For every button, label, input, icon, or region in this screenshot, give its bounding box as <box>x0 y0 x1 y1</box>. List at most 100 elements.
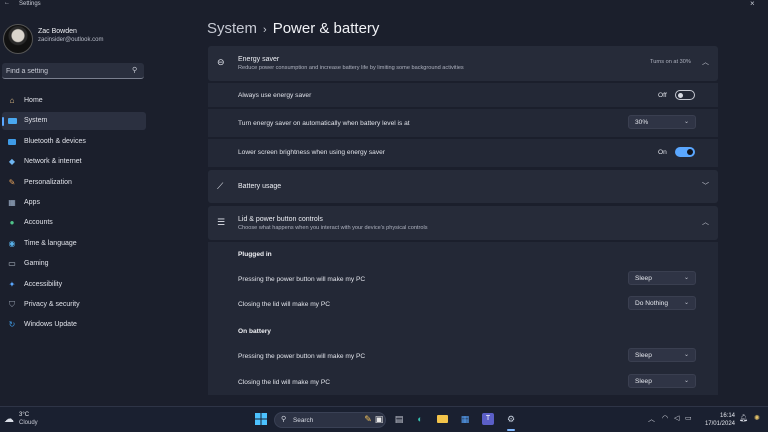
sidebar-item-label: Bluetooth & devices <box>24 137 86 145</box>
breadcrumb-system[interactable]: System <box>207 20 257 37</box>
profile-name: Zac Bowden <box>38 28 77 35</box>
sidebar-item-gaming[interactable]: ▭ Gaming <box>2 255 146 273</box>
always-energy-saver-row: Always use energy saver Off <box>208 83 718 107</box>
chevron-down-icon[interactable]: ﹀ <box>702 181 709 191</box>
battery-usage-title: Battery usage <box>238 183 282 190</box>
sidebar-item-label: Privacy & security <box>24 300 80 308</box>
breadcrumb-chevron-icon: › <box>263 24 267 36</box>
screen-brightness-label: Lower screen brightness when using energ… <box>238 149 385 156</box>
sidebar-nav: ⌂ Home System Bluetooth & devices ◆ Netw… <box>2 92 146 337</box>
accounts-icon: ● <box>9 218 15 228</box>
sidebar-item-time-language[interactable]: ◉ Time & language <box>2 235 146 253</box>
screen-brightness-row: Lower screen brightness when using energ… <box>208 139 718 167</box>
close-icon[interactable]: × <box>750 0 755 8</box>
sidebar-item-personalization[interactable]: ✎ Personalization <box>2 174 146 192</box>
battery-power-value: Sleep <box>635 352 652 359</box>
battery-level-dropdown[interactable]: 30% ⌄ <box>628 115 696 129</box>
sidebar-item-system[interactable]: System <box>2 112 146 131</box>
avatar <box>3 24 33 54</box>
search-icon: ⚲ <box>281 416 287 423</box>
notification-bell-icon[interactable]: 🔔︎ <box>739 414 748 422</box>
find-setting-search[interactable]: ⚲ <box>2 63 144 79</box>
sidebar-item-home[interactable]: ⌂ Home <box>2 92 146 110</box>
chart-icon: ⟋ <box>217 181 224 191</box>
plugged-power-dropdown[interactable]: Sleep ⌄ <box>628 271 696 285</box>
lid-power-subtitle: Choose what happens when you interact wi… <box>238 225 428 231</box>
screen-brightness-toggle[interactable] <box>675 147 695 157</box>
sidebar-item-windows-update[interactable]: ↻ Windows Update <box>2 316 146 334</box>
sidebar-item-accounts[interactable]: ● Accounts <box>2 214 146 232</box>
sidebar-item-label: Home <box>24 97 43 104</box>
chevron-up-icon[interactable]: ︿ <box>702 57 709 67</box>
teams-icon[interactable]: T <box>482 413 494 425</box>
list-icon: ☰ <box>217 217 226 227</box>
profile[interactable]: Zac Bowden zacinsider@outlook.com <box>3 24 148 56</box>
sidebar-item-privacy[interactable]: ⛉ Privacy & security <box>2 296 146 314</box>
sidebar-item-label: Gaming <box>24 260 49 268</box>
on-battery-heading: On battery <box>238 328 271 335</box>
battery-lid-dropdown[interactable]: Sleep ⌄ <box>628 374 696 388</box>
energy-saver-icon: ⊖ <box>217 57 225 67</box>
always-energy-saver-label: Always use energy saver <box>238 92 312 99</box>
sidebar: Zac Bowden zacinsider@outlook.com ⚲ ⌂ Ho… <box>0 10 150 406</box>
sidebar-item-label: Personalization <box>24 178 72 186</box>
back-arrow-icon[interactable]: ← <box>4 0 10 6</box>
battery-level-value: 30% <box>635 119 649 126</box>
apps-icon: ▦ <box>8 197 16 207</box>
wifi-icon[interactable]: ◠ <box>662 414 668 422</box>
edge-icon[interactable]: ◐ <box>414 413 426 425</box>
sidebar-item-bluetooth[interactable]: Bluetooth & devices <box>2 133 146 151</box>
volume-icon[interactable]: ◁ <box>674 414 679 422</box>
chevron-down-icon: ⌄ <box>683 275 689 281</box>
copilot-tray-icon[interactable]: ✺ <box>754 414 760 422</box>
active-app-indicator <box>507 429 515 431</box>
search-icon[interactable]: ⚲ <box>132 66 137 74</box>
profile-email: zacinsider@outlook.com <box>38 37 104 43</box>
chevron-down-icon: ⌄ <box>683 378 689 384</box>
plugged-power-label: Pressing the power button will make my P… <box>238 276 366 283</box>
file-explorer-icon[interactable] <box>436 413 448 425</box>
battery-usage-header[interactable]: ⟋ Battery usage ﹀ <box>208 170 718 203</box>
chevron-down-icon: ⌄ <box>683 300 689 306</box>
chevron-up-icon[interactable]: ︿ <box>702 217 709 227</box>
battery-power-dropdown[interactable]: Sleep ⌄ <box>628 348 696 362</box>
auto-energy-saver-label: Turn energy saver on automatically when … <box>238 120 410 127</box>
chevron-down-icon: ⌄ <box>683 119 689 125</box>
sidebar-item-label: Apps <box>24 198 40 206</box>
sidebar-item-network[interactable]: ◆ Network & internet <box>2 153 146 171</box>
energy-saver-header[interactable]: ⊖ Energy saver Reduce power consumption … <box>208 46 718 81</box>
store-icon[interactable]: ▦ <box>459 413 471 425</box>
update-icon: ↻ <box>8 320 16 330</box>
settings-app-icon[interactable]: ⚙ <box>505 413 517 425</box>
start-icon[interactable] <box>255 413 267 425</box>
clock[interactable]: 16:14 17/01/2024 <box>703 412 735 428</box>
gamepad-icon: ▭ <box>8 259 16 269</box>
weather-condition: Cloudy <box>19 420 38 426</box>
search-input[interactable] <box>6 65 126 77</box>
sidebar-item-accessibility[interactable]: ✦ Accessibility <box>2 276 146 294</box>
sidebar-item-label: Accessibility <box>24 280 63 288</box>
energy-saver-subtitle: Reduce power consumption and increase ba… <box>238 65 464 71</box>
title-bar: ← Settings × <box>0 0 768 10</box>
widgets-icon[interactable]: ▤ <box>393 413 405 425</box>
always-energy-saver-state: Off <box>658 92 667 99</box>
battery-lid-label: Closing the lid will make my PC <box>238 379 330 386</box>
task-view-icon[interactable]: ▣ <box>373 413 385 425</box>
settings-window: ← Settings × Zac Bowden zacinsider@outlo… <box>0 0 768 406</box>
battery-power-label: Pressing the power button will make my P… <box>238 353 366 360</box>
always-energy-saver-toggle[interactable] <box>675 90 695 100</box>
plugged-lid-dropdown[interactable]: Do Nothing ⌄ <box>628 296 696 310</box>
sidebar-item-apps[interactable]: ▦ Apps <box>2 194 146 212</box>
chevron-down-icon: ⌄ <box>683 352 689 358</box>
system-icon <box>7 116 17 126</box>
sidebar-item-label: Time & language <box>24 239 77 247</box>
lid-controls-panel: Plugged in Pressing the power button wil… <box>208 242 718 395</box>
shield-icon: ⛉ <box>9 299 15 309</box>
auto-energy-saver-row: Turn energy saver on automatically when … <box>208 109 718 137</box>
lid-power-header[interactable]: ☰ Lid & power button controls Choose wha… <box>208 206 718 240</box>
bluetooth-icon <box>7 137 17 147</box>
chevron-up-icon[interactable]: ︿ <box>648 414 655 424</box>
battery-icon[interactable]: ▭ <box>685 414 692 422</box>
sidebar-item-label: System <box>24 117 48 125</box>
weather-widget[interactable]: ☁ 3°C Cloudy <box>4 412 54 430</box>
